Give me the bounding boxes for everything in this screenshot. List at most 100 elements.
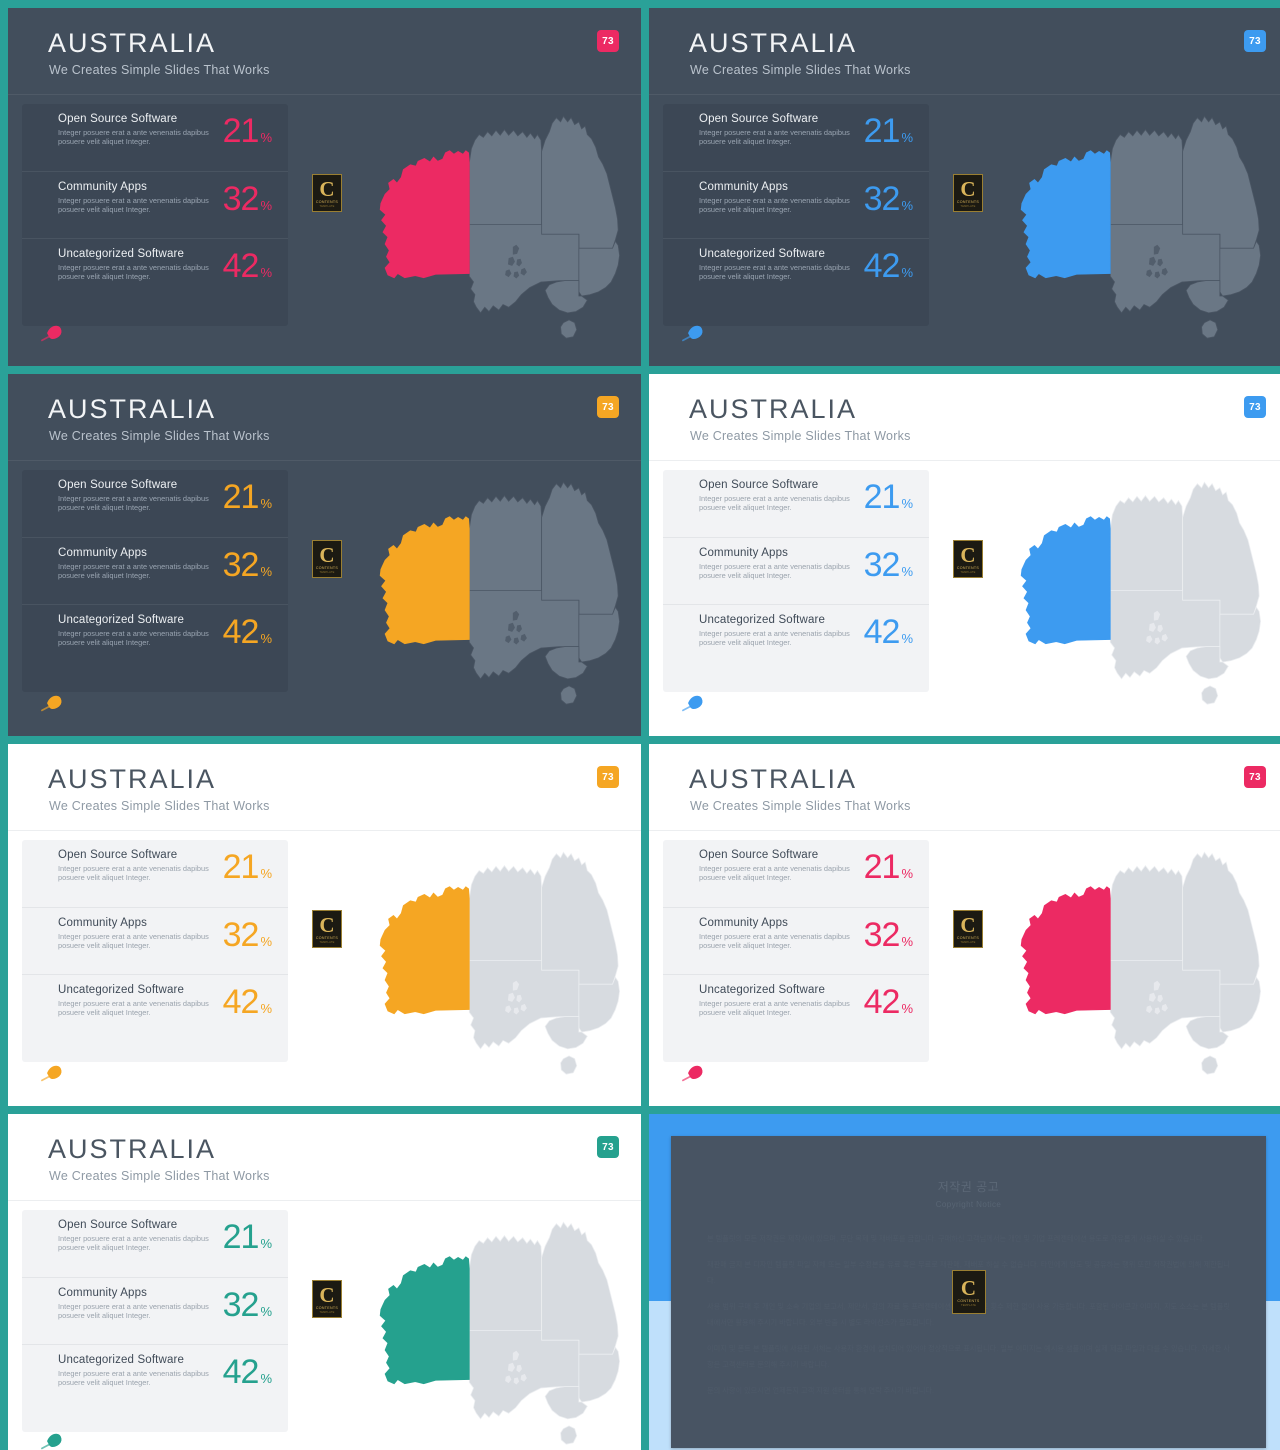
- stat-unit: %: [901, 564, 913, 579]
- slide-number-badge[interactable]: 73: [597, 396, 619, 418]
- stat-value: 21 %: [223, 850, 272, 884]
- watermark-letter: C: [960, 1275, 977, 1300]
- stat-description: Integer posuere erat a ante venenatis da…: [699, 128, 850, 147]
- stat-number: 21: [222, 478, 260, 516]
- slide-orange-dark[interactable]: AUSTRALIA We Creates Simple Slides That …: [8, 374, 641, 736]
- slide-number-badge[interactable]: 73: [1244, 30, 1266, 52]
- slide-header: AUSTRALIA We Creates Simple Slides That …: [649, 374, 1280, 461]
- stat-row[interactable]: Open Source Software Integer posuere era…: [22, 840, 288, 907]
- stat-row[interactable]: Open Source Software Integer posuere era…: [22, 104, 288, 171]
- stat-value: 21 %: [864, 850, 913, 884]
- slide-number-badge[interactable]: 73: [1244, 396, 1266, 418]
- stat-value: 32 %: [864, 548, 913, 582]
- stat-number: 21: [222, 112, 260, 150]
- watermark-letter: C: [960, 912, 976, 937]
- stat-row[interactable]: Uncategorized Software Integer posuere e…: [22, 974, 288, 1041]
- stat-row[interactable]: Open Source Software Integer posuere era…: [663, 104, 929, 171]
- slide-teal-light[interactable]: AUSTRALIA We Creates Simple Slides That …: [8, 1114, 641, 1450]
- slide-header: AUSTRALIA We Creates Simple Slides That …: [8, 8, 641, 95]
- stat-description: Integer posuere erat a ante venenatis da…: [699, 864, 850, 883]
- copyright-body: 본 템플릿의 모든 저작권은 제작사에 있으며, 무단 복제 및 재배포를 금합…: [707, 1231, 1230, 1399]
- australia-map[interactable]: [298, 92, 628, 354]
- stat-value: 21 %: [864, 114, 913, 148]
- stat-row[interactable]: Uncategorized Software Integer posuere e…: [663, 238, 929, 305]
- stat-row[interactable]: Open Source Software Integer posuere era…: [663, 470, 929, 537]
- slide-header: AUSTRALIA We Creates Simple Slides That …: [8, 744, 641, 831]
- slide-header: AUSTRALIA We Creates Simple Slides That …: [649, 8, 1280, 95]
- slide-number-badge[interactable]: 73: [597, 1136, 619, 1158]
- stat-unit: %: [260, 198, 272, 213]
- slide-copyright-notice[interactable]: 저작권 공고 Copyright Notice 본 템플릿의 모든 저작권은 제…: [649, 1114, 1280, 1450]
- watermark-letter: C: [319, 176, 335, 201]
- page-subtitle: We Creates Simple Slides That Works: [49, 63, 270, 77]
- watermark-line1: CONTENTS: [956, 565, 980, 570]
- stat-value: 42 %: [223, 1355, 272, 1389]
- watermark-line1: CONTENTS: [957, 1298, 980, 1303]
- stat-description: Integer posuere erat a ante venenatis da…: [699, 932, 850, 951]
- australia-map[interactable]: [939, 92, 1269, 354]
- stat-description: Integer posuere erat a ante venenatis da…: [699, 494, 850, 513]
- watermark-letter: C: [960, 542, 976, 567]
- stat-description: Integer posuere erat a ante venenatis da…: [58, 864, 209, 883]
- stat-unit: %: [901, 866, 913, 881]
- stat-row[interactable]: Community Apps Integer posuere erat a an…: [663, 537, 929, 604]
- page-title: AUSTRALIA: [48, 1134, 217, 1164]
- stat-unit: %: [260, 631, 272, 646]
- page-title: AUSTRALIA: [48, 764, 217, 794]
- australia-map[interactable]: [298, 828, 628, 1090]
- stat-row[interactable]: Community Apps Integer posuere erat a an…: [663, 907, 929, 974]
- slide-grid: AUSTRALIA We Creates Simple Slides That …: [0, 0, 1280, 1450]
- stat-row[interactable]: Uncategorized Software Integer posuere e…: [22, 238, 288, 305]
- stat-unit: %: [260, 1236, 272, 1251]
- stat-description: Integer posuere erat a ante venenatis da…: [58, 128, 209, 147]
- slide-orange-light[interactable]: AUSTRALIA We Creates Simple Slides That …: [8, 744, 641, 1106]
- stat-row[interactable]: Uncategorized Software Integer posuere e…: [22, 1344, 288, 1411]
- stat-row[interactable]: Community Apps Integer posuere erat a an…: [22, 537, 288, 604]
- australia-map[interactable]: [939, 458, 1269, 720]
- stat-unit: %: [901, 934, 913, 949]
- watermark-line1: CONTENTS: [315, 565, 339, 570]
- stat-row[interactable]: Open Source Software Integer posuere era…: [663, 840, 929, 907]
- stat-number: 32: [863, 180, 901, 218]
- stat-unit: %: [901, 130, 913, 145]
- stat-row[interactable]: Community Apps Integer posuere erat a an…: [22, 907, 288, 974]
- page-subtitle: We Creates Simple Slides That Works: [690, 63, 911, 77]
- slide-number-badge[interactable]: 73: [1244, 766, 1266, 788]
- stat-value: 32 %: [223, 1288, 272, 1322]
- stat-row[interactable]: Uncategorized Software Integer posuere e…: [663, 974, 929, 1041]
- stats-card: Open Source Software Integer posuere era…: [22, 104, 288, 326]
- slide-blue-light[interactable]: AUSTRALIA We Creates Simple Slides That …: [649, 374, 1280, 736]
- copyright-paragraph: 문의 사항이 있으시면 언제든지 고객 지원 센터를 통해 연락 주시기 바랍니…: [707, 1386, 934, 1395]
- australia-map[interactable]: [939, 828, 1269, 1090]
- stat-row[interactable]: Community Apps Integer posuere erat a an…: [22, 171, 288, 238]
- stat-row[interactable]: Open Source Software Integer posuere era…: [22, 1210, 288, 1277]
- copyright-paragraph: 본 템플릿의 모든 저작권은 제작사에 있으며, 무단 복제 및 재배포를 금합…: [707, 1234, 1205, 1243]
- stat-unit: %: [260, 1001, 272, 1016]
- slide-number-badge[interactable]: 73: [597, 30, 619, 52]
- stat-row[interactable]: Uncategorized Software Integer posuere e…: [663, 604, 929, 671]
- stat-value: 21 %: [223, 1220, 272, 1254]
- watermark-line2: TEMPLATE: [319, 1310, 335, 1314]
- stat-value: 42 %: [223, 985, 272, 1019]
- stat-row[interactable]: Community Apps Integer posuere erat a an…: [22, 1277, 288, 1344]
- stat-row[interactable]: Open Source Software Integer posuere era…: [22, 470, 288, 537]
- watermark-logo: C CONTENTS TEMPLATE: [312, 540, 342, 578]
- pushpin-icon: [679, 694, 709, 716]
- slide-pink-dark[interactable]: AUSTRALIA We Creates Simple Slides That …: [8, 8, 641, 366]
- slide-number-badge[interactable]: 73: [597, 766, 619, 788]
- stat-number: 21: [222, 1218, 260, 1256]
- stat-value: 32 %: [223, 182, 272, 216]
- slide-blue-dark[interactable]: AUSTRALIA We Creates Simple Slides That …: [649, 8, 1280, 366]
- watermark-line2: TEMPLATE: [960, 570, 976, 574]
- stat-row[interactable]: Community Apps Integer posuere erat a an…: [663, 171, 929, 238]
- slide-header: AUSTRALIA We Creates Simple Slides That …: [8, 1114, 641, 1201]
- slide-pink-light[interactable]: AUSTRALIA We Creates Simple Slides That …: [649, 744, 1280, 1106]
- stat-unit: %: [901, 496, 913, 511]
- stat-description: Integer posuere erat a ante venenatis da…: [699, 999, 850, 1018]
- stat-row[interactable]: Uncategorized Software Integer posuere e…: [22, 604, 288, 671]
- pushpin-icon: [679, 1064, 709, 1086]
- watermark-line1: CONTENTS: [315, 1305, 339, 1310]
- australia-map[interactable]: [298, 458, 628, 720]
- australia-map[interactable]: [298, 1198, 628, 1450]
- watermark-logo: C CONTENTS TEMPLATE: [953, 540, 983, 578]
